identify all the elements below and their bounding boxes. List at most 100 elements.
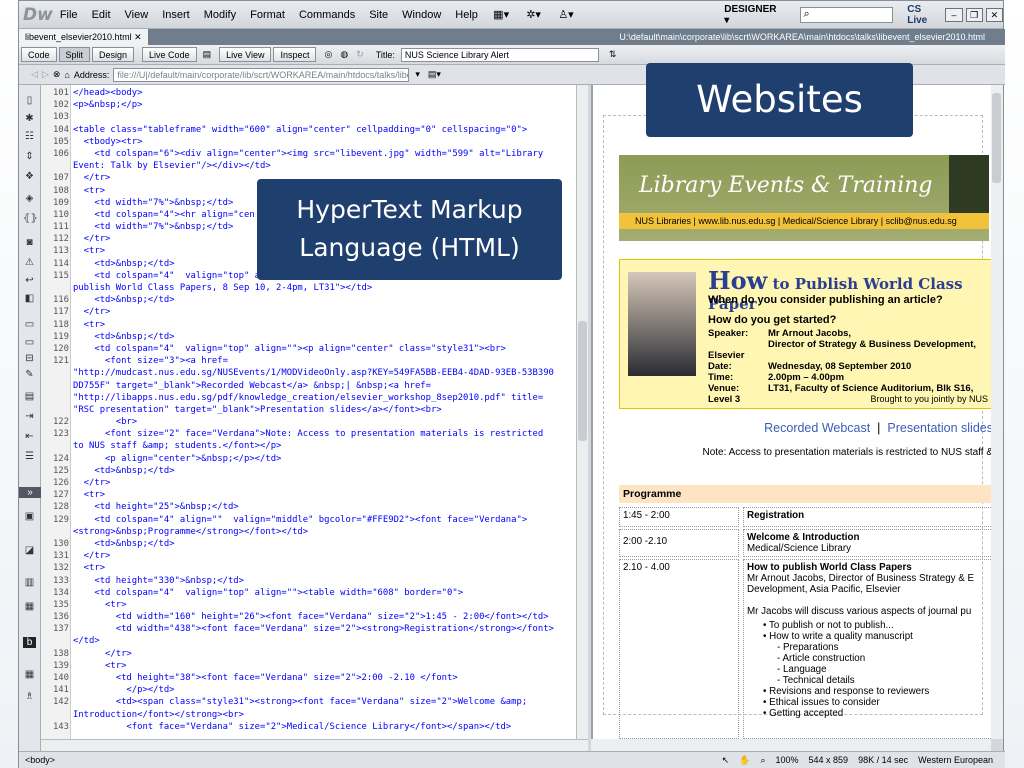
collapse-selection-icon[interactable]: ☷ [23,131,36,142]
code-text: <tr> [73,563,106,574]
menu-format[interactable]: Format [243,9,292,21]
outdent-icon[interactable]: ⇤ [23,431,36,442]
ap-elements-icon[interactable]: ▦ [23,601,36,612]
check-browser-icon[interactable]: ▤ [203,49,212,60]
balance-braces-icon[interactable]: ◈ [23,193,36,204]
extend-icon[interactable]: ✲▾ [517,8,549,21]
refresh-icon[interactable]: ↻ [356,49,364,60]
title-input[interactable]: NUS Science Library Alert [400,47,599,62]
layout-icon[interactable]: ▦▾ [485,8,517,21]
stop-icon[interactable]: ⊗ [53,69,61,80]
preview-icon[interactable]: ◎ [324,49,332,60]
hand-tool-icon[interactable]: ✋ [739,755,750,766]
css-styles-icon[interactable]: ▥ [23,577,36,588]
menu-view[interactable]: View [118,9,156,21]
address-input[interactable]: file:///U|/default/main/corporate/lib/sc… [113,67,410,82]
select-tool-icon[interactable]: ↖ [722,755,730,766]
line-number: 135 [52,599,69,610]
assets-icon[interactable]: ▣ [23,511,36,522]
line-number: 125 [52,465,69,476]
browse-icon[interactable]: ▾ [415,69,420,80]
design-vertical-scrollbar[interactable] [991,85,1003,739]
back-icon[interactable]: ◁ [31,69,38,80]
library-banner: Library Events & Training NUS Libraries … [619,155,989,241]
menu-edit[interactable]: Edit [85,9,118,21]
close-tab-icon[interactable]: ✕ [134,32,142,43]
expand-all-icon[interactable]: ⇕ [23,151,36,162]
code-text: <font size="2" face="Verdana">Note: Acce… [73,429,544,440]
menu-file[interactable]: File [53,9,85,21]
options-icon[interactable]: ▤▾ [428,69,441,80]
business-catalyst-icon[interactable]: b [23,637,36,648]
window-size[interactable]: 544 x 859 [809,755,849,766]
line-numbers-icon[interactable]: ⦃⦄ [23,213,38,224]
inspect-button[interactable]: Inspect [273,47,317,62]
move-css-icon[interactable]: ▤ [23,391,36,402]
uncomment-icon[interactable]: ▭ [23,337,36,348]
files-icon[interactable]: ▦ [23,669,36,680]
cs-live-button[interactable]: CS Live [907,4,942,26]
home-icon[interactable]: ⌂ [64,70,69,80]
select-parent-icon[interactable]: ❖ [23,171,36,182]
site-icon[interactable]: ♙▾ [550,8,582,21]
indent-icon[interactable]: ⇥ [23,411,36,422]
forward-icon[interactable]: ▷ [42,69,49,80]
comment-icon[interactable]: ▭ [23,319,36,330]
design-horizontal-scrollbar[interactable] [591,739,991,751]
syntax-error-icon[interactable]: ⚠ [23,257,36,268]
minimize-button[interactable]: – [945,7,963,22]
code-horizontal-scrollbar[interactable] [41,739,588,751]
design-view[interactable]: Library Events & Training NUS Libraries … [591,85,991,739]
info-icon[interactable]: ◧ [23,293,36,304]
search-input[interactable]: ⌕ [799,6,894,23]
word-wrap-icon[interactable]: ↩ [23,275,36,286]
code-vertical-scrollbar[interactable] [576,85,588,739]
zoom-level[interactable]: 100% [775,755,798,766]
file-management-icon[interactable]: ⇅ [609,49,617,60]
code-text: "http://mudcast.nus.edu.sg/NUSEvents/1/M… [73,368,554,379]
split-view-button[interactable]: Split [58,47,91,62]
download-size: 98K / 14 sec [858,754,909,765]
panel-toggle-icon[interactable]: » [19,487,41,498]
menu-help[interactable]: Help [448,9,485,21]
open-documents-icon[interactable]: ▯ [23,95,36,106]
site-tree-icon[interactable]: ♗ [23,691,36,702]
workspace-switcher[interactable]: DESIGNER ▾ [724,4,781,26]
presentation-slides-link[interactable]: Presentation slides [887,421,991,435]
menu-modify[interactable]: Modify [197,9,243,21]
code-line: 103 [53,111,573,123]
live-view-button[interactable]: Live View [219,47,272,62]
line-number: 122 [52,417,69,428]
insert-panel-icon[interactable]: ◪ [23,545,36,556]
design-view-button[interactable]: Design [92,47,135,62]
restore-button[interactable]: ❐ [965,7,983,22]
browser-icon[interactable]: ◍ [340,49,348,60]
menu-insert[interactable]: Insert [155,9,197,21]
code-text: "RSC presentation" target="_blank">Prese… [73,404,442,415]
line-number: 104 [52,124,69,135]
code-line: 102 <p>&nbsp;</p> [53,99,573,111]
meta-value: Mr Arnout Jacobs, [768,328,852,339]
address-label: Address: [73,69,110,80]
live-code-button[interactable]: Live Code [142,47,197,62]
document-tab[interactable]: libevent_elsevier2010.html ✕ [19,29,149,45]
html-callout-line1: HyperText Markup [296,195,523,224]
collapse-tag-icon[interactable]: ✱ [23,113,36,124]
code-text: <td colspan="6"><div align="center"><img… [73,148,544,159]
highlight-invalid-icon[interactable]: ◙ [23,237,36,248]
code-view-button[interactable]: Code [21,47,57,62]
zoom-tool-icon[interactable]: ⌕ [760,755,765,766]
close-button[interactable]: ✕ [985,7,1004,22]
menu-commands[interactable]: Commands [292,9,362,21]
menu-window[interactable]: Window [395,9,448,21]
code-text: <td width="7%">&nbsp;</td> [73,197,234,208]
wrap-tag-icon[interactable]: ⊟ [23,353,36,364]
bullet-text: How to write a quality manuscript [769,631,913,642]
menu-site[interactable]: Site [362,9,395,21]
format-source-icon[interactable]: ☰ [23,451,36,462]
tag-selector[interactable]: <body> [25,755,55,765]
snippets-icon[interactable]: ✎ [23,369,36,380]
recorded-webcast-link[interactable]: Recorded Webcast [764,421,870,435]
code-text: DD755F" target="_blank">Recorded Webcast… [73,380,431,391]
bullet-item: • Revisions and response to reviewers [763,686,930,697]
